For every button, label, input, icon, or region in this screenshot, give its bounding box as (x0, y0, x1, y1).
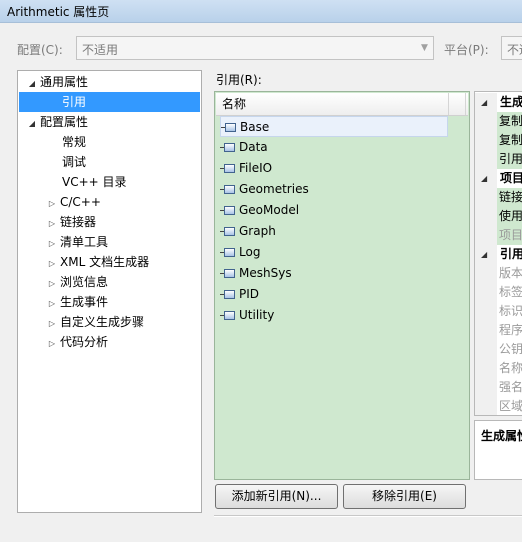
property-category[interactable]: ◢ 生成 (475, 93, 522, 112)
tree-item-label: 引用 (62, 95, 87, 109)
tree-item-debugging[interactable]: 调试 (62, 152, 86, 172)
description-title: 生成属性 (481, 429, 522, 443)
reference-icon (220, 205, 237, 217)
property-row[interactable]: 版本 (475, 264, 522, 283)
tree-item-build-events[interactable]: ▷ 生成事件 (44, 292, 108, 312)
platform-label: 平台(P): (444, 43, 489, 57)
collapse-icon[interactable]: ◢ (481, 169, 487, 188)
tree-item-label: 链接器 (60, 215, 97, 229)
property-description-pane: 生成属性 (474, 420, 522, 480)
reference-icon (220, 289, 237, 301)
tree-item-common-properties[interactable]: ◢ 通用属性 (24, 72, 88, 92)
tree-item-label: 常规 (62, 135, 87, 149)
expand-closed-icon[interactable]: ▷ (44, 334, 60, 354)
column-separator[interactable] (448, 93, 449, 115)
list-item[interactable]: GeoModel (220, 200, 299, 221)
tree-item-general[interactable]: 常规 (62, 132, 86, 152)
title-bar: Arithmetic 属性页 (0, 0, 522, 23)
list-item[interactable]: Utility (220, 305, 274, 326)
reference-icon (220, 184, 237, 196)
list-item[interactable]: Base (220, 116, 448, 137)
property-row[interactable]: 程序 (475, 321, 522, 340)
tree-item-custom-build-step[interactable]: ▷ 自定义生成步骤 (44, 312, 144, 332)
tree-item-references[interactable]: 引用 (19, 92, 200, 112)
property-row[interactable]: 公钥 (475, 340, 522, 359)
tree-item-configuration-properties[interactable]: ◢ 配置属性 (24, 112, 88, 132)
list-item[interactable]: PID (220, 284, 259, 305)
tree-item-label: 代码分析 (60, 335, 109, 349)
tree-item-label: 自定义生成步骤 (60, 315, 145, 329)
tree-item-label: 生成事件 (60, 295, 109, 309)
property-row[interactable]: 使用 (475, 207, 522, 226)
references-list[interactable]: 名称 Base Data FileIO Geometries GeoModel … (214, 91, 470, 480)
tree-item-code-analysis[interactable]: ▷ 代码分析 (44, 332, 108, 352)
expand-closed-icon[interactable]: ▷ (44, 294, 60, 314)
list-item[interactable]: MeshSys (220, 263, 292, 284)
column-header-name[interactable]: 名称 (216, 93, 466, 115)
list-item[interactable]: Graph (220, 221, 276, 242)
expand-open-icon[interactable]: ◢ (24, 74, 40, 94)
expand-open-icon[interactable]: ◢ (24, 114, 40, 134)
reference-icon (220, 310, 237, 322)
reference-icon (220, 226, 237, 238)
configuration-value: 不适用 (82, 43, 119, 57)
platform-value: 不适 (507, 43, 522, 57)
list-item[interactable]: Geometries (220, 179, 309, 200)
property-row[interactable]: 链接 (475, 188, 522, 207)
tree-item-label: VC++ 目录 (62, 175, 127, 189)
expand-closed-icon[interactable]: ▷ (44, 214, 60, 234)
collapse-icon[interactable]: ◢ (481, 245, 487, 264)
tree-item-manifest-tool[interactable]: ▷ 清单工具 (44, 232, 108, 252)
tree-item-label: 调试 (62, 155, 87, 169)
collapse-icon[interactable]: ◢ (481, 93, 487, 112)
platform-combo[interactable]: 不适 (501, 36, 522, 60)
reference-icon (220, 268, 237, 280)
tree-item-label: 浏览信息 (60, 275, 109, 289)
property-row[interactable]: 名称 (475, 359, 522, 378)
property-row[interactable]: 标识 (475, 302, 522, 321)
reference-icon (220, 247, 237, 259)
tree-item-label: 通用属性 (40, 75, 89, 89)
property-row[interactable]: 复制 (475, 131, 522, 150)
property-tree[interactable]: ◢ 通用属性 引用 ◢ 配置属性 常规 调试 VC++ 目录 ▷ C/C++ ▷ 链接器… (17, 70, 202, 513)
list-item[interactable]: Log (220, 242, 260, 263)
add-new-reference-button[interactable]: 添加新引用(N)... (215, 484, 338, 509)
expand-closed-icon[interactable]: ▷ (44, 194, 60, 214)
reference-icon (220, 142, 237, 154)
divider (214, 516, 522, 517)
expand-closed-icon[interactable]: ▷ (44, 314, 60, 334)
tree-item-label: XML 文档生成器 (60, 255, 150, 269)
references-list-header: 名称 (216, 93, 468, 116)
property-row[interactable]: 项目 (475, 226, 522, 245)
tree-item-label: 清单工具 (60, 235, 109, 249)
tree-item-label: C/C++ (60, 195, 101, 209)
property-row[interactable]: 复制 (475, 112, 522, 131)
reference-icon (221, 122, 238, 134)
references-label: 引用(R): (216, 73, 262, 87)
tree-item-linker[interactable]: ▷ 链接器 (44, 212, 96, 232)
property-category[interactable]: ◢ 引用 (475, 245, 522, 264)
property-category[interactable]: ◢ 项目 (475, 169, 522, 188)
expand-closed-icon[interactable]: ▷ (44, 234, 60, 254)
expand-closed-icon[interactable]: ▷ (44, 254, 60, 274)
tree-item-c-cpp[interactable]: ▷ C/C++ (44, 192, 101, 212)
tree-item-vc-directories[interactable]: VC++ 目录 (62, 172, 127, 192)
property-row[interactable]: 标签 (475, 283, 522, 302)
remove-reference-button[interactable]: 移除引用(E) (343, 484, 466, 509)
expand-closed-icon[interactable]: ▷ (44, 274, 60, 294)
tree-item-xml-doc-generator[interactable]: ▷ XML 文档生成器 (44, 252, 149, 272)
reference-icon (220, 163, 237, 175)
tree-item-label: 配置属性 (40, 115, 89, 129)
chevron-down-icon[interactable]: ▼ (416, 37, 433, 59)
list-item[interactable]: Data (220, 137, 268, 158)
property-row[interactable]: 强名 (475, 378, 522, 397)
list-item[interactable]: FileIO (220, 158, 272, 179)
property-row[interactable]: 区域 (475, 397, 522, 415)
property-row[interactable]: 引用 (475, 150, 522, 169)
property-grid[interactable]: ◢ 生成 复制 复制 引用 ◢ 项目 链接 使用 项目 ◢ 引用 版本 标签 标… (474, 91, 522, 416)
configuration-combo[interactable]: 不适用 ▼ (76, 36, 434, 60)
configuration-label: 配置(C): (17, 43, 63, 57)
window-title: Arithmetic 属性页 (7, 5, 110, 19)
tree-item-browse-info[interactable]: ▷ 浏览信息 (44, 272, 108, 292)
